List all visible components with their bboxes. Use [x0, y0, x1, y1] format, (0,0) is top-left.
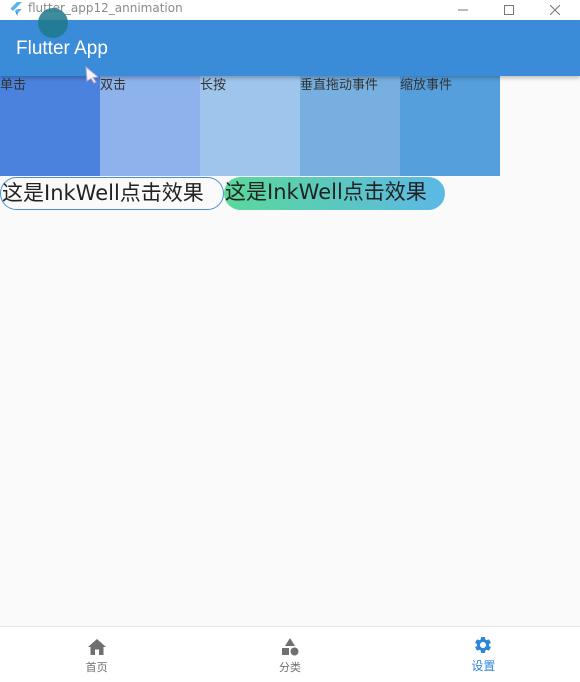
inkwell-outlined-button[interactable]: 这是InkWell点击效果: [0, 177, 224, 210]
minimize-icon: [458, 9, 468, 11]
bottom-navigation-bar: 首页 分类 设置: [0, 626, 580, 682]
flutter-logo-icon: [10, 2, 22, 16]
close-button[interactable]: [532, 0, 578, 20]
gesture-demo-row: 单击 双击 长按 垂直拖动事件 缩放事件: [0, 76, 500, 176]
nav-label: 分类: [278, 661, 301, 674]
nav-item-category[interactable]: 分类: [193, 627, 386, 682]
home-icon: [87, 637, 107, 657]
minimize-button[interactable]: [440, 0, 486, 20]
touch-indicator: [38, 8, 68, 38]
mouse-cursor-icon: [85, 65, 100, 84]
maximize-icon: [504, 5, 514, 15]
maximize-button[interactable]: [486, 0, 532, 20]
nav-label: 设置: [471, 659, 496, 673]
category-icon: [280, 637, 300, 657]
inkwell-row: 这是InkWell点击效果 这是InkWell点击效果: [0, 177, 445, 211]
scale-box[interactable]: 缩放事件: [400, 76, 500, 176]
close-icon: [550, 5, 560, 15]
vertical-drag-box[interactable]: 垂直拖动事件: [300, 76, 400, 176]
nav-item-home[interactable]: 首页: [0, 627, 193, 682]
settings-icon: [473, 635, 493, 655]
app-bar-title: Flutter App: [16, 38, 108, 59]
long-press-box[interactable]: 长按: [200, 76, 300, 176]
inkwell-gradient-button[interactable]: 这是InkWell点击效果: [224, 177, 445, 210]
window-title-bar: flutter_app12_annimation: [0, 0, 580, 20]
tap-box[interactable]: 单击: [0, 76, 100, 176]
gesture-label: 长按: [200, 78, 227, 93]
gesture-label: 缩放事件: [400, 78, 453, 93]
nav-label: 首页: [85, 661, 108, 674]
double-tap-box[interactable]: 双击: [100, 76, 200, 176]
nav-item-settings[interactable]: 设置: [387, 627, 580, 682]
gesture-label: 单击: [0, 78, 27, 93]
gesture-label: 垂直拖动事件: [300, 78, 379, 93]
